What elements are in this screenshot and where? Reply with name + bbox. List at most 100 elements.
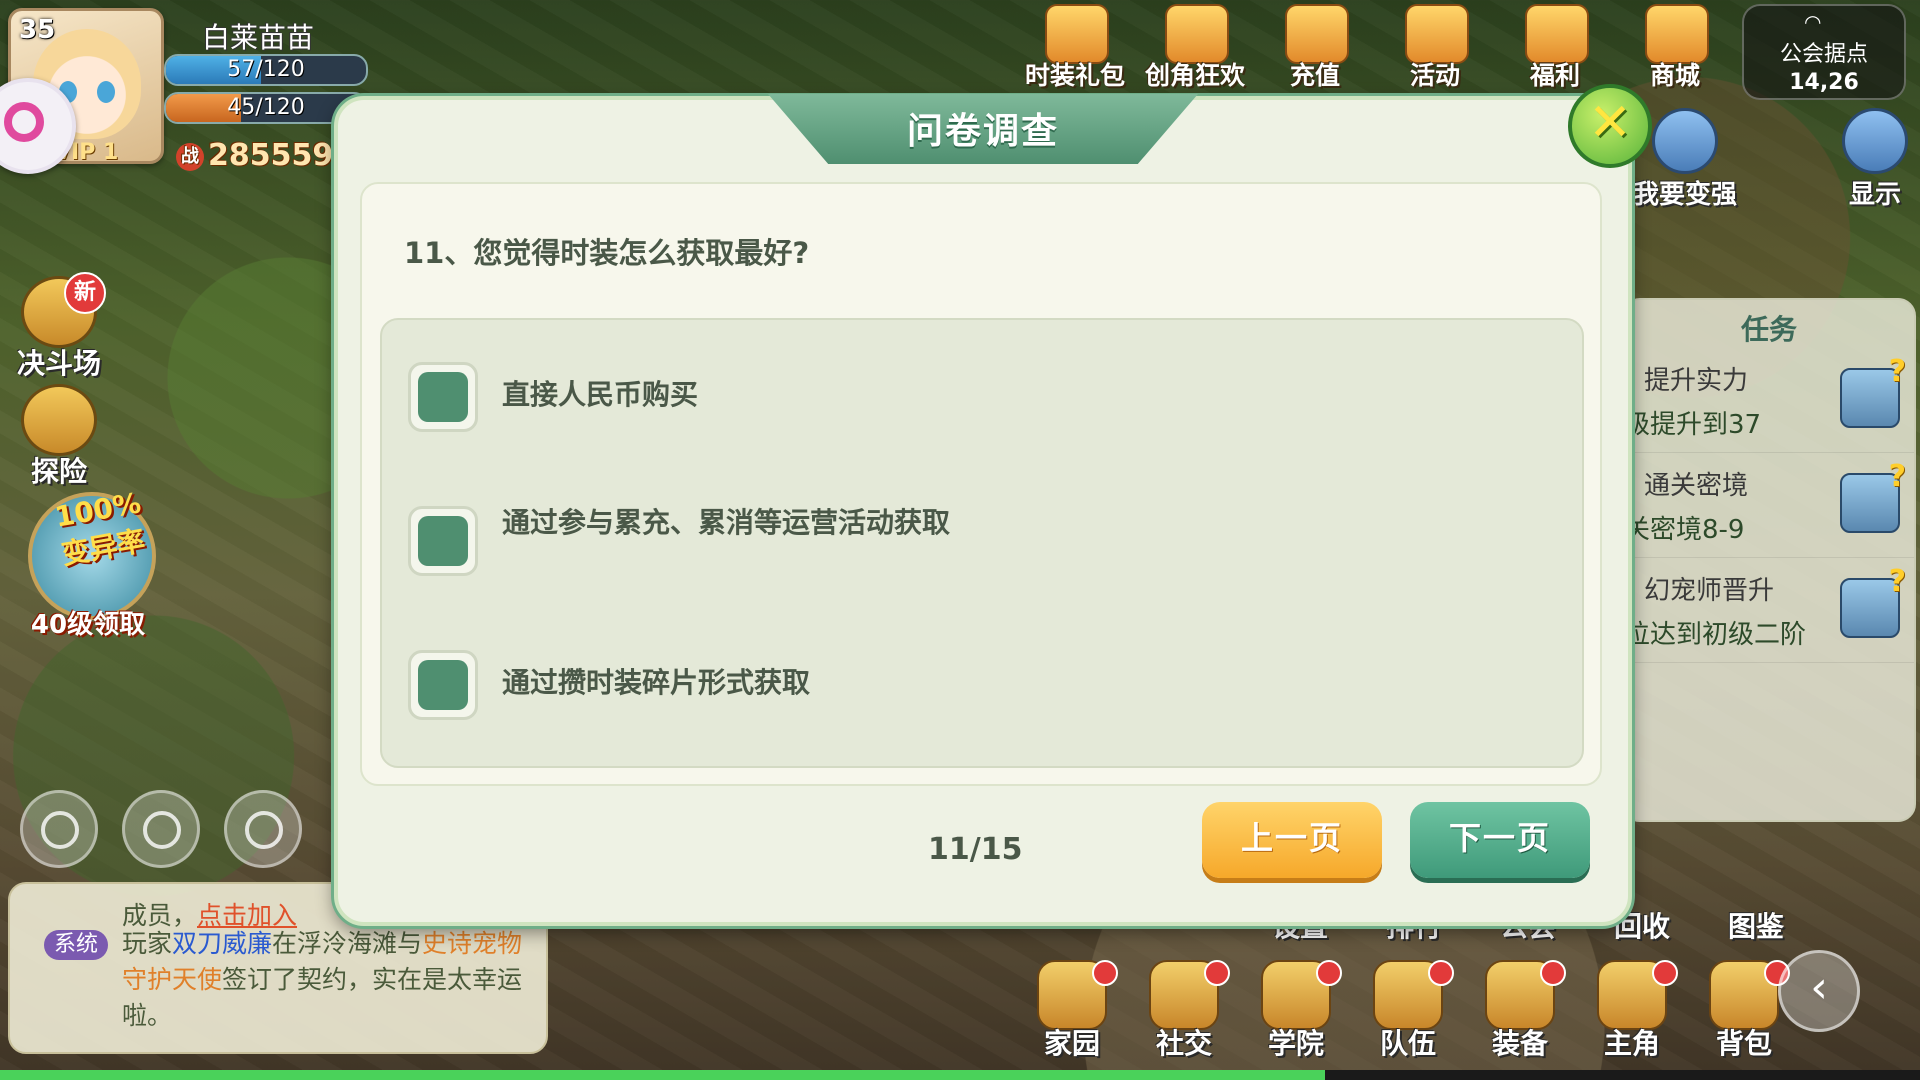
combat-power-value: 285559	[208, 138, 334, 173]
next-page-button[interactable]: 下一页	[1410, 802, 1590, 878]
checkbox-fill	[418, 372, 468, 422]
display-label: 显示	[1848, 180, 1901, 210]
wifi-icon: ◠	[1804, 10, 1822, 34]
bottom-main-menu: 家园 社交 学院 队伍 装备 主角 背包	[1028, 960, 1790, 1060]
guild-location-coords: 14,26	[1789, 70, 1859, 95]
menu-academy[interactable]: 学院	[1252, 960, 1342, 1060]
checkbox-fill	[418, 660, 468, 710]
menu-label: 社交	[1155, 1027, 1212, 1060]
option-checkbox[interactable]	[408, 650, 478, 720]
option-label: 直接人民币购买	[502, 378, 699, 411]
guild-location-label: 公会据点	[1779, 42, 1868, 67]
notification-dot	[1428, 960, 1454, 986]
gift-icon	[1045, 4, 1109, 64]
quest-item[interactable]: 提升实力 级提升到37 ?	[1624, 348, 1914, 453]
question-mark-icon: ?	[1888, 459, 1906, 494]
top-menu-label: 商城	[1649, 61, 1700, 90]
level-badge: 35	[19, 15, 56, 45]
new-badge: 新	[64, 272, 106, 314]
menu-label: 装备	[1491, 1027, 1548, 1060]
close-button[interactable]: ✕	[1568, 84, 1652, 168]
top-menu-creation-carnival[interactable]: 创角狂欢	[1140, 0, 1250, 96]
exp-progress-fill	[0, 1070, 1325, 1080]
options-list: 直接人民币购买 通过参与累充、累消等运营活动获取 通过攒时装碎片形式获取	[380, 318, 1584, 768]
quest-item[interactable]: 通关密境 关密境8-9 ?	[1624, 453, 1914, 558]
arena-button[interactable]: 新 决斗场	[4, 272, 114, 382]
quest-title: 任务	[1740, 313, 1797, 346]
collapse-menu-button[interactable]: ‹	[1778, 950, 1860, 1032]
quest-desc: 关密境8-9	[1624, 515, 1745, 545]
top-menu-fashion-gift[interactable]: 时装礼包	[1020, 0, 1130, 96]
guild-location[interactable]: ◠ 公会据点 14,26	[1742, 4, 1906, 100]
person-icon	[1842, 108, 1908, 174]
exp-progress-bar	[0, 1070, 1920, 1080]
top-menu-shop[interactable]: 商城	[1620, 0, 1730, 96]
shop-icon	[1645, 4, 1709, 64]
system-tag: 系统	[44, 930, 109, 960]
swords-icon	[1652, 108, 1718, 174]
survey-dialog: 问卷调查 ✕ 11、您觉得时装怎么获取最好? 直接人民币购买 通过参与累充、累消…	[334, 84, 1652, 926]
menu-backpack[interactable]: 背包	[1700, 960, 1790, 1060]
chat-text: 玩家	[122, 929, 173, 958]
dialog-title: 问卷调查	[906, 111, 1059, 152]
menu-team[interactable]: 队伍	[1364, 960, 1454, 1060]
quest-name: 提升实力	[1644, 366, 1749, 396]
chat-player-name[interactable]: 双刀威廉	[172, 929, 272, 958]
notification-dot	[1540, 960, 1566, 986]
chat-pet-name[interactable]: 守护天使	[122, 965, 222, 994]
option-checkbox[interactable]	[408, 506, 478, 576]
hp-text: 57/120	[227, 57, 305, 82]
top-menu-recharge[interactable]: 充值	[1260, 0, 1370, 96]
chat-message: 玩家双刀威廉在浮泠海滩与史诗宠物守护天使签订了契约，实在是太幸运啦。	[122, 926, 532, 1034]
mutation-promo-button[interactable]: 100%变异率 40级领取	[18, 486, 158, 642]
notification-dot	[1204, 960, 1230, 986]
menu-label: 家园	[1043, 1027, 1100, 1060]
menu-character[interactable]: 主角	[1588, 960, 1678, 1060]
quest-name: 通关密境	[1644, 471, 1749, 501]
quest-panel[interactable]: 任务 提升实力 级提升到37 ? 通关密境 关密境8-9 ? 幻宠师晋升 位达到…	[1622, 298, 1916, 822]
promo-label: 40级领取	[30, 610, 146, 640]
combat-power-icon: 战	[176, 143, 204, 171]
menu-label: 主角	[1603, 1027, 1660, 1060]
display-toggle-button[interactable]: 显示	[1820, 108, 1920, 211]
top-menu-label: 创角狂欢	[1144, 61, 1245, 90]
notification-dot	[1316, 960, 1342, 986]
option-label: 通过参与累充、累消等运营活动获取	[502, 506, 951, 539]
menu-social[interactable]: 社交	[1140, 960, 1230, 1060]
voice-headset-icon[interactable]	[20, 790, 98, 868]
top-menu-welfare[interactable]: 福利	[1500, 0, 1610, 96]
top-menu-label: 活动	[1409, 61, 1460, 90]
welfare-icon	[1525, 4, 1589, 64]
coin-icon	[1285, 4, 1349, 64]
event-icon	[1405, 4, 1469, 64]
menu-equipment[interactable]: 装备	[1476, 960, 1566, 1060]
quest-item[interactable]: 幻宠师晋升 位达到初级二阶 ?	[1624, 558, 1914, 663]
quest-desc: 级提升到37	[1624, 410, 1762, 440]
strengthen-label: 我要变强	[1632, 180, 1737, 210]
emoji-icon[interactable]	[122, 790, 200, 868]
option-label: 通过攒时装碎片形式获取	[502, 666, 811, 699]
menu-label: 背包	[1715, 1027, 1772, 1060]
question-mark-icon: ?	[1888, 564, 1906, 599]
top-menu-label: 充值	[1289, 61, 1340, 90]
explore-button[interactable]: 探险	[4, 384, 114, 490]
top-menu-events[interactable]: 活动	[1380, 0, 1490, 96]
question-mark-icon: ?	[1888, 354, 1906, 389]
menu-codex[interactable]: 图鉴	[1714, 905, 1798, 945]
hp-bar: 57/120	[164, 54, 368, 86]
menu-label: 队伍	[1379, 1027, 1436, 1060]
quest-desc: 位达到初级二阶	[1624, 620, 1807, 650]
menu-home[interactable]: 家园	[1028, 960, 1118, 1060]
explore-label: 探险	[30, 455, 87, 488]
notification-dot	[1652, 960, 1678, 986]
record-icon[interactable]	[224, 790, 302, 868]
question-card: 11、您觉得时装怎么获取最好? 直接人民币购买 通过参与累充、累消等运营活动获取…	[360, 182, 1602, 786]
option-checkbox[interactable]	[408, 362, 478, 432]
chat-text: 在浮泠海滩与	[272, 929, 423, 958]
combat-power: 战 285559	[176, 138, 333, 173]
close-icon: ✕	[1588, 93, 1632, 153]
menu-label: 学院	[1267, 1027, 1324, 1060]
chat-rarity: 史诗宠物	[422, 929, 523, 958]
previous-page-button[interactable]: 上一页	[1202, 802, 1382, 878]
left-tool-row	[20, 790, 302, 868]
